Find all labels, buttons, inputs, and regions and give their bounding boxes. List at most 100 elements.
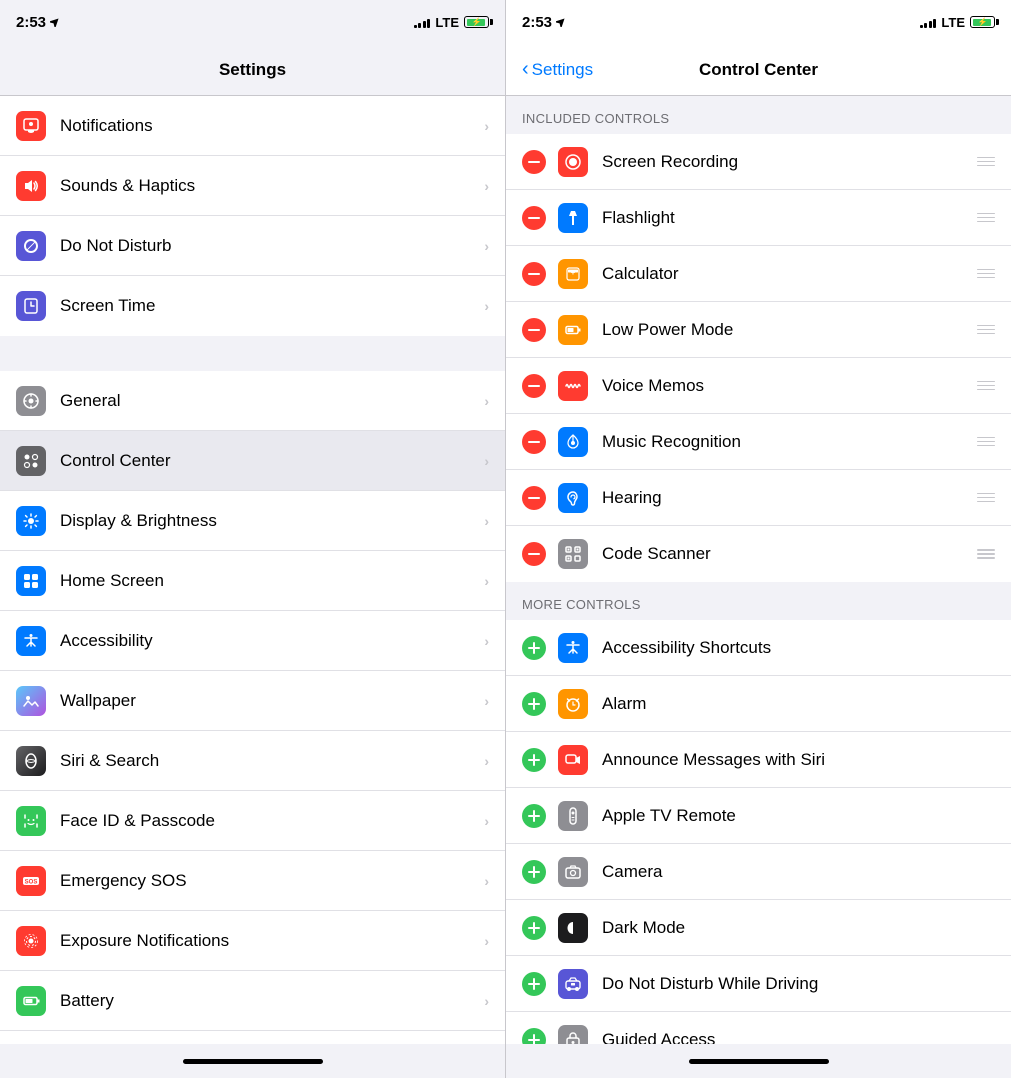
control-item-accessibility-shortcuts[interactable]: Accessibility Shortcuts xyxy=(506,620,1011,676)
screen-time-chevron: › xyxy=(484,298,489,314)
screen-recording-icon xyxy=(558,147,588,177)
add-camera-button[interactable] xyxy=(522,860,546,884)
low-power-drag-handle[interactable] xyxy=(977,325,995,335)
control-item-announce-messages[interactable]: Announce Messages with Siri xyxy=(506,732,1011,788)
settings-item-exposure[interactable]: Exposure Notifications › xyxy=(0,911,505,971)
remove-hearing-button[interactable] xyxy=(522,486,546,510)
back-label: Settings xyxy=(532,60,593,80)
do-not-disturb-chevron: › xyxy=(484,238,489,254)
notifications-icon xyxy=(16,111,46,141)
control-item-apple-tv-remote[interactable]: Apple TV Remote xyxy=(506,788,1011,844)
guided-access-label: Guided Access xyxy=(602,1030,995,1044)
control-item-dark-mode[interactable]: Dark Mode xyxy=(506,900,1011,956)
voice-memos-drag-handle[interactable] xyxy=(977,381,995,391)
low-power-icon xyxy=(558,315,588,345)
remove-low-power-button[interactable] xyxy=(522,318,546,342)
remove-screen-recording-button[interactable] xyxy=(522,150,546,174)
add-apple-tv-remote-button[interactable] xyxy=(522,804,546,828)
control-item-voice-memos[interactable]: Voice Memos xyxy=(506,358,1011,414)
flashlight-label: Flashlight xyxy=(602,208,977,228)
settings-item-emergency-sos[interactable]: SOS Emergency SOS › xyxy=(0,851,505,911)
code-scanner-icon xyxy=(558,539,588,569)
sounds-label: Sounds & Haptics xyxy=(60,176,484,196)
remove-code-scanner-button[interactable] xyxy=(522,542,546,566)
control-item-screen-recording[interactable]: Screen Recording xyxy=(506,134,1011,190)
face-id-icon xyxy=(16,806,46,836)
display-chevron: › xyxy=(484,513,489,529)
wallpaper-label: Wallpaper xyxy=(60,691,484,711)
settings-item-siri[interactable]: Siri & Search › xyxy=(0,731,505,791)
add-dnd-driving-button[interactable] xyxy=(522,972,546,996)
back-button[interactable]: ‹ Settings xyxy=(522,59,593,81)
apple-tv-remote-label: Apple TV Remote xyxy=(602,806,995,826)
control-item-calculator[interactable]: + Calculator xyxy=(506,246,1011,302)
control-item-camera[interactable]: Camera xyxy=(506,844,1011,900)
music-recognition-drag-handle[interactable] xyxy=(977,437,995,447)
settings-item-general[interactable]: General › xyxy=(0,371,505,431)
camera-settings-icon xyxy=(558,857,588,887)
settings-item-screen-time[interactable]: Screen Time › xyxy=(0,276,505,336)
settings-item-privacy[interactable]: Privacy › xyxy=(0,1031,505,1044)
settings-item-accessibility[interactable]: Accessibility › xyxy=(0,611,505,671)
music-recognition-label: Music Recognition xyxy=(602,432,977,452)
accessibility-chevron: › xyxy=(484,633,489,649)
dark-mode-label: Dark Mode xyxy=(602,918,995,938)
left-home-indicator xyxy=(183,1059,323,1064)
add-alarm-button[interactable] xyxy=(522,692,546,716)
screen-recording-drag-handle[interactable] xyxy=(977,157,995,167)
right-panel: 2:53 LTE ⚡ ‹ Settings Control Center xyxy=(505,0,1011,1078)
remove-calculator-button[interactable] xyxy=(522,262,546,286)
hearing-drag-handle[interactable] xyxy=(977,493,995,503)
code-scanner-drag-handle[interactable] xyxy=(977,549,995,559)
add-announce-messages-button[interactable] xyxy=(522,748,546,772)
control-item-hearing[interactable]: Hearing xyxy=(506,470,1011,526)
flashlight-drag-handle[interactable] xyxy=(977,213,995,223)
remove-music-recognition-button[interactable] xyxy=(522,430,546,454)
hearing-label: Hearing xyxy=(602,488,977,508)
remove-voice-memos-button[interactable] xyxy=(522,374,546,398)
add-dark-mode-button[interactable] xyxy=(522,916,546,940)
settings-group-1: Notifications › Sounds & Haptics › xyxy=(0,96,505,336)
emergency-sos-label: Emergency SOS xyxy=(60,871,484,891)
settings-list[interactable]: Notifications › Sounds & Haptics › xyxy=(0,96,505,1044)
settings-group-2: General › Control Center › xyxy=(0,371,505,1044)
display-icon xyxy=(16,506,46,536)
control-item-guided-access[interactable]: Guided Access xyxy=(506,1012,1011,1044)
control-item-flashlight[interactable]: Flashlight xyxy=(506,190,1011,246)
right-home-indicator xyxy=(689,1059,829,1064)
included-controls-header: INCLUDED CONTROLS xyxy=(506,96,1011,134)
calculator-drag-handle[interactable] xyxy=(977,269,995,279)
settings-item-sounds[interactable]: Sounds & Haptics › xyxy=(0,156,505,216)
control-item-alarm[interactable]: Alarm xyxy=(506,676,1011,732)
right-time: 2:53 xyxy=(522,14,552,31)
exposure-label: Exposure Notifications xyxy=(60,931,484,951)
settings-item-display[interactable]: Display & Brightness › xyxy=(0,491,505,551)
settings-item-wallpaper[interactable]: Wallpaper › xyxy=(0,671,505,731)
control-item-dnd-driving[interactable]: Do Not Disturb While Driving xyxy=(506,956,1011,1012)
left-bottom-bar xyxy=(0,1044,505,1078)
settings-item-do-not-disturb[interactable]: Do Not Disturb › xyxy=(0,216,505,276)
exposure-icon xyxy=(16,926,46,956)
wallpaper-chevron: › xyxy=(484,693,489,709)
add-guided-access-button[interactable] xyxy=(522,1028,546,1044)
dnd-driving-icon xyxy=(558,969,588,999)
sounds-chevron: › xyxy=(484,178,489,194)
settings-item-notifications[interactable]: Notifications › xyxy=(0,96,505,156)
add-accessibility-shortcuts-button[interactable] xyxy=(522,636,546,660)
settings-item-face-id[interactable]: Face ID & Passcode › xyxy=(0,791,505,851)
control-item-code-scanner[interactable]: Code Scanner xyxy=(506,526,1011,582)
right-content[interactable]: INCLUDED CONTROLS Screen Recording xyxy=(506,96,1011,1044)
left-status-bar: 2:53 LTE ⚡ xyxy=(0,0,505,44)
control-item-music-recognition[interactable]: Music Recognition xyxy=(506,414,1011,470)
settings-item-battery[interactable]: Battery › xyxy=(0,971,505,1031)
location-arrow-icon xyxy=(50,17,60,27)
siri-icon xyxy=(16,746,46,776)
settings-item-control-center[interactable]: Control Center › xyxy=(0,431,505,491)
remove-flashlight-button[interactable] xyxy=(522,206,546,230)
accessibility-shortcuts-icon xyxy=(558,633,588,663)
settings-item-home-screen[interactable]: Home Screen › xyxy=(0,551,505,611)
control-item-low-power[interactable]: Low Power Mode xyxy=(506,302,1011,358)
voice-memos-icon xyxy=(558,371,588,401)
wallpaper-icon xyxy=(16,686,46,716)
general-icon xyxy=(16,386,46,416)
